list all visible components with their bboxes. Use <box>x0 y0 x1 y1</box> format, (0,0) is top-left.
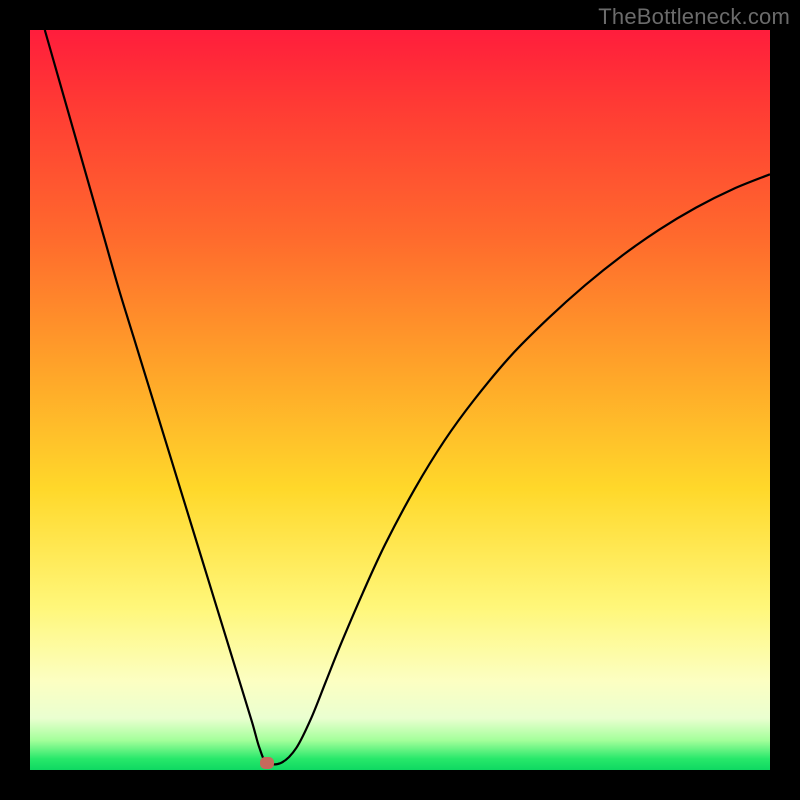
chart-frame: TheBottleneck.com <box>0 0 800 800</box>
bottleneck-curve <box>45 30 770 764</box>
curve-svg <box>30 30 770 770</box>
plot-area <box>30 30 770 770</box>
minimum-marker <box>260 757 274 769</box>
watermark-text: TheBottleneck.com <box>598 4 790 30</box>
